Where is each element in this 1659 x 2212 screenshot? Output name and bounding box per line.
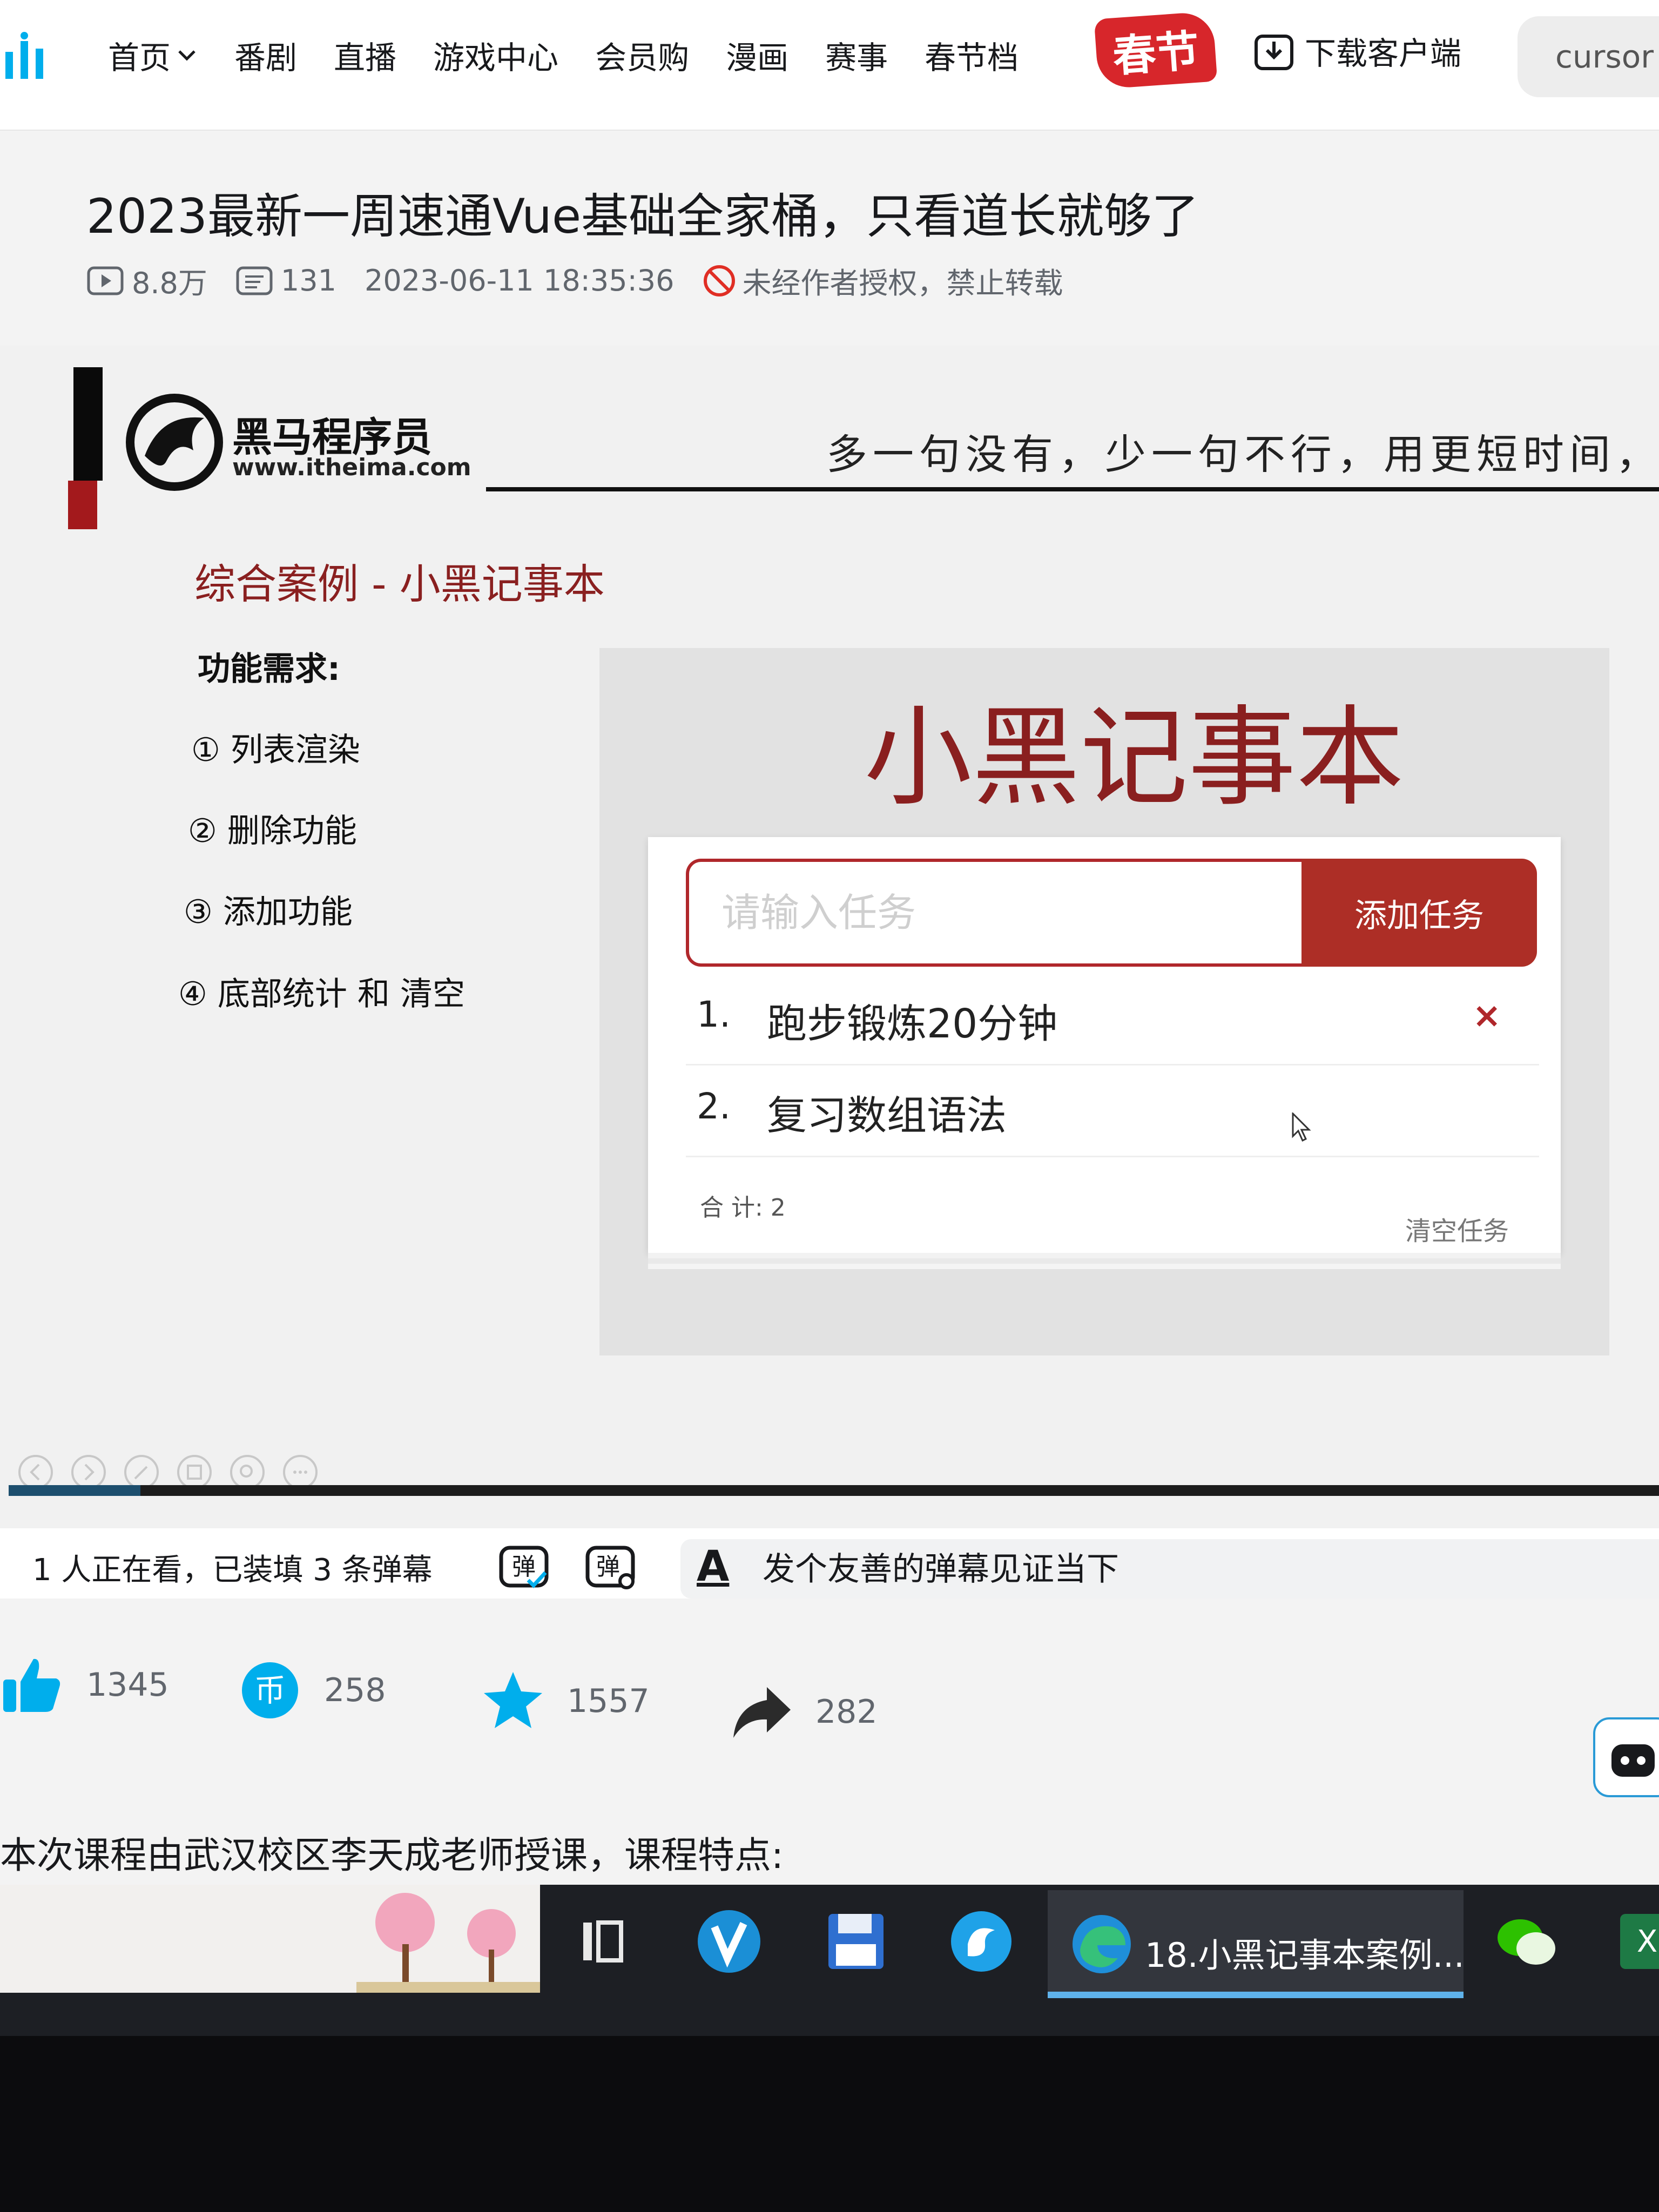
excel-icon[interactable]: X xyxy=(1615,1906,1659,1977)
play-count-icon xyxy=(87,266,124,295)
active-window-label: 18.小黑记事本案例... xyxy=(1145,1936,1465,1975)
publish-time: 2023-06-11 18:35:36 xyxy=(364,264,675,298)
share-arrow-icon xyxy=(733,1687,791,1738)
video-description: 本次课程由武汉校区李天成老师授课，课程特点: xyxy=(0,1835,784,1877)
video-meta: 8.8万 131 2023-06-11 18:35:36 未经作者授权，禁止转载 xyxy=(86,259,1063,302)
nav-item-spring-festival[interactable]: 春节档 xyxy=(925,32,1019,78)
requirement-item: ② 删除功能 xyxy=(188,812,357,850)
taskbar: 18.小黑记事本案例... X xyxy=(0,1885,1659,2036)
like-button[interactable]: 1345 xyxy=(0,1653,169,1717)
share-button[interactable]: 282 xyxy=(729,1680,878,1744)
screen: 首页 番剧 直播 游戏中心 会员购 漫画 赛事 春节档 春节 下载客户端 cur… xyxy=(0,0,1659,1966)
assistant-bot-icon[interactable] xyxy=(1593,1717,1659,1797)
search-input[interactable]: cursor xyxy=(1518,16,1659,97)
delete-task-icon[interactable]: × xyxy=(1472,996,1501,1036)
todo-card: 添加任务 1. 跑步锻炼20分钟 × 2. 复习数组语法 合 计: 2 清空任务 xyxy=(648,837,1561,1253)
favorite-count: 1557 xyxy=(567,1682,650,1720)
danmaku-settings-icon[interactable]: 弹 xyxy=(583,1538,637,1592)
danmaku-bar: 1 人正在看，已装填 3 条弹幕 弹 弹 A xyxy=(0,1528,1659,1599)
clear-tasks-button[interactable]: 清空任务 xyxy=(1405,1210,1509,1247)
danmaku-input[interactable] xyxy=(761,1550,1628,1589)
danmaku-count: 131 xyxy=(280,264,336,298)
download-label: 下载客户端 xyxy=(1305,35,1462,72)
download-client-link[interactable]: 下载客户端 xyxy=(1253,28,1461,73)
task-text: 跑步锻炼20分钟 xyxy=(767,1001,1058,1047)
nav-item-manga[interactable]: 漫画 xyxy=(726,32,788,78)
top-nav: 首页 番剧 直播 游戏中心 会员购 漫画 赛事 春节档 春节 下载客户端 cur… xyxy=(0,0,1659,131)
star-icon xyxy=(484,1672,542,1728)
horse-logo-icon xyxy=(126,394,223,491)
share-count: 282 xyxy=(815,1693,878,1731)
nav-item-anime[interactable]: 番剧 xyxy=(234,32,297,78)
nav-item-label: 首页 xyxy=(108,39,171,76)
coin-button[interactable]: 币 258 xyxy=(238,1658,386,1723)
task-row: 2. 复习数组语法 xyxy=(686,1064,1539,1157)
brand-url: www.itheima.com xyxy=(232,454,471,481)
slide-divider xyxy=(486,487,1659,491)
task-number: 1. xyxy=(697,994,731,1035)
svg-text:弹: 弹 xyxy=(512,1553,536,1581)
swirl-app-icon[interactable] xyxy=(946,1906,1016,1977)
copyright-text: 未经作者授权，禁止转载 xyxy=(742,266,1063,300)
case-title: 综合案例 - 小黑记事本 xyxy=(194,560,605,608)
chevron-down-icon xyxy=(178,50,195,61)
nav-item-live[interactable]: 直播 xyxy=(334,32,396,78)
requirements-title: 功能需求: xyxy=(198,650,340,688)
task-view-icon[interactable] xyxy=(567,1906,637,1977)
wechat-icon[interactable] xyxy=(1491,1906,1561,1977)
download-icon xyxy=(1255,35,1293,70)
prohibited-icon xyxy=(704,265,736,296)
slide-slogan: 多一句没有，少一句不行，用更短时间， xyxy=(826,430,1659,478)
add-task-button[interactable]: 添加任务 xyxy=(1301,859,1537,967)
svg-text:币: 币 xyxy=(254,1672,286,1709)
requirement-item: ① 列表渲染 xyxy=(191,731,360,769)
coin-icon: 币 xyxy=(242,1662,298,1718)
task-row: 1. 跑步锻炼20分钟 × xyxy=(686,972,1539,1065)
like-count: 1345 xyxy=(86,1666,169,1704)
nav-item-game-center[interactable]: 游戏中心 xyxy=(433,32,558,78)
taskbar-wallpaper-area xyxy=(0,1885,540,1993)
bilibili-logo-icon[interactable] xyxy=(0,30,59,90)
video-progress-fill xyxy=(9,1485,141,1496)
views-count: 8.8万 xyxy=(132,266,207,300)
thumbs-up-icon xyxy=(3,1658,60,1712)
slide-accent-bar-red xyxy=(68,481,97,529)
task-input[interactable] xyxy=(686,859,1312,967)
v-app-icon[interactable] xyxy=(694,1906,764,1977)
copyright-notice: 未经作者授权，禁止转载 xyxy=(702,259,1063,302)
video-player[interactable]: 黑马程序员 www.itheima.com 多一句没有，少一句不行，用更短时间，… xyxy=(0,346,1659,1528)
video-progress-bar[interactable] xyxy=(9,1485,1659,1496)
requirement-item: ③ 添加功能 xyxy=(184,893,353,931)
coin-count: 258 xyxy=(324,1671,386,1709)
video-title: 2023最新一周速通Vue基础全家桶，只看道长就够了 xyxy=(86,188,1199,244)
nav-items: 首页 番剧 直播 游戏中心 会员购 漫画 赛事 春节档 xyxy=(108,32,1055,78)
task-number: 2. xyxy=(697,1085,731,1127)
demo-heading: 小黑记事本 xyxy=(864,695,1405,821)
svg-text:弹: 弹 xyxy=(596,1553,620,1581)
mouse-cursor-icon xyxy=(1292,1112,1311,1142)
robot-icon xyxy=(1611,1744,1655,1777)
viewer-count: 1 人正在看，已装填 3 条弹幕 xyxy=(32,1553,433,1588)
task-text: 复习数组语法 xyxy=(767,1092,1007,1139)
nav-item-events[interactable]: 赛事 xyxy=(825,32,888,78)
slide-accent-bar xyxy=(73,367,103,481)
floppy-save-icon[interactable] xyxy=(821,1906,891,1977)
taskbar-active-window[interactable]: 18.小黑记事本案例... xyxy=(1048,1890,1465,1998)
nav-item-mall[interactable]: 会员购 xyxy=(595,32,689,78)
task-total: 合 计: 2 xyxy=(700,1194,786,1222)
favorite-button[interactable]: 1557 xyxy=(481,1669,650,1734)
cherry-tree-icon xyxy=(356,1893,540,1993)
views-stat: 8.8万 xyxy=(86,259,207,302)
edge-browser-icon xyxy=(1073,1915,1131,1973)
danmaku-toggle-icon[interactable]: 弹 xyxy=(497,1538,551,1592)
danmaku-input-wrap: A xyxy=(680,1539,1659,1599)
danmaku-stat: 131 xyxy=(235,264,336,298)
svg-text:X: X xyxy=(1637,1924,1657,1959)
requirement-item: ④ 底部统计 和 清空 xyxy=(178,975,466,1013)
nav-item-home[interactable]: 首页 xyxy=(108,32,198,78)
font-style-icon[interactable]: A xyxy=(697,1542,729,1591)
danmaku-count-icon xyxy=(236,266,273,295)
action-row: 1345 币 258 1557 282 xyxy=(0,1642,1659,1738)
spring-festival-badge[interactable]: 春节 xyxy=(1094,11,1218,90)
